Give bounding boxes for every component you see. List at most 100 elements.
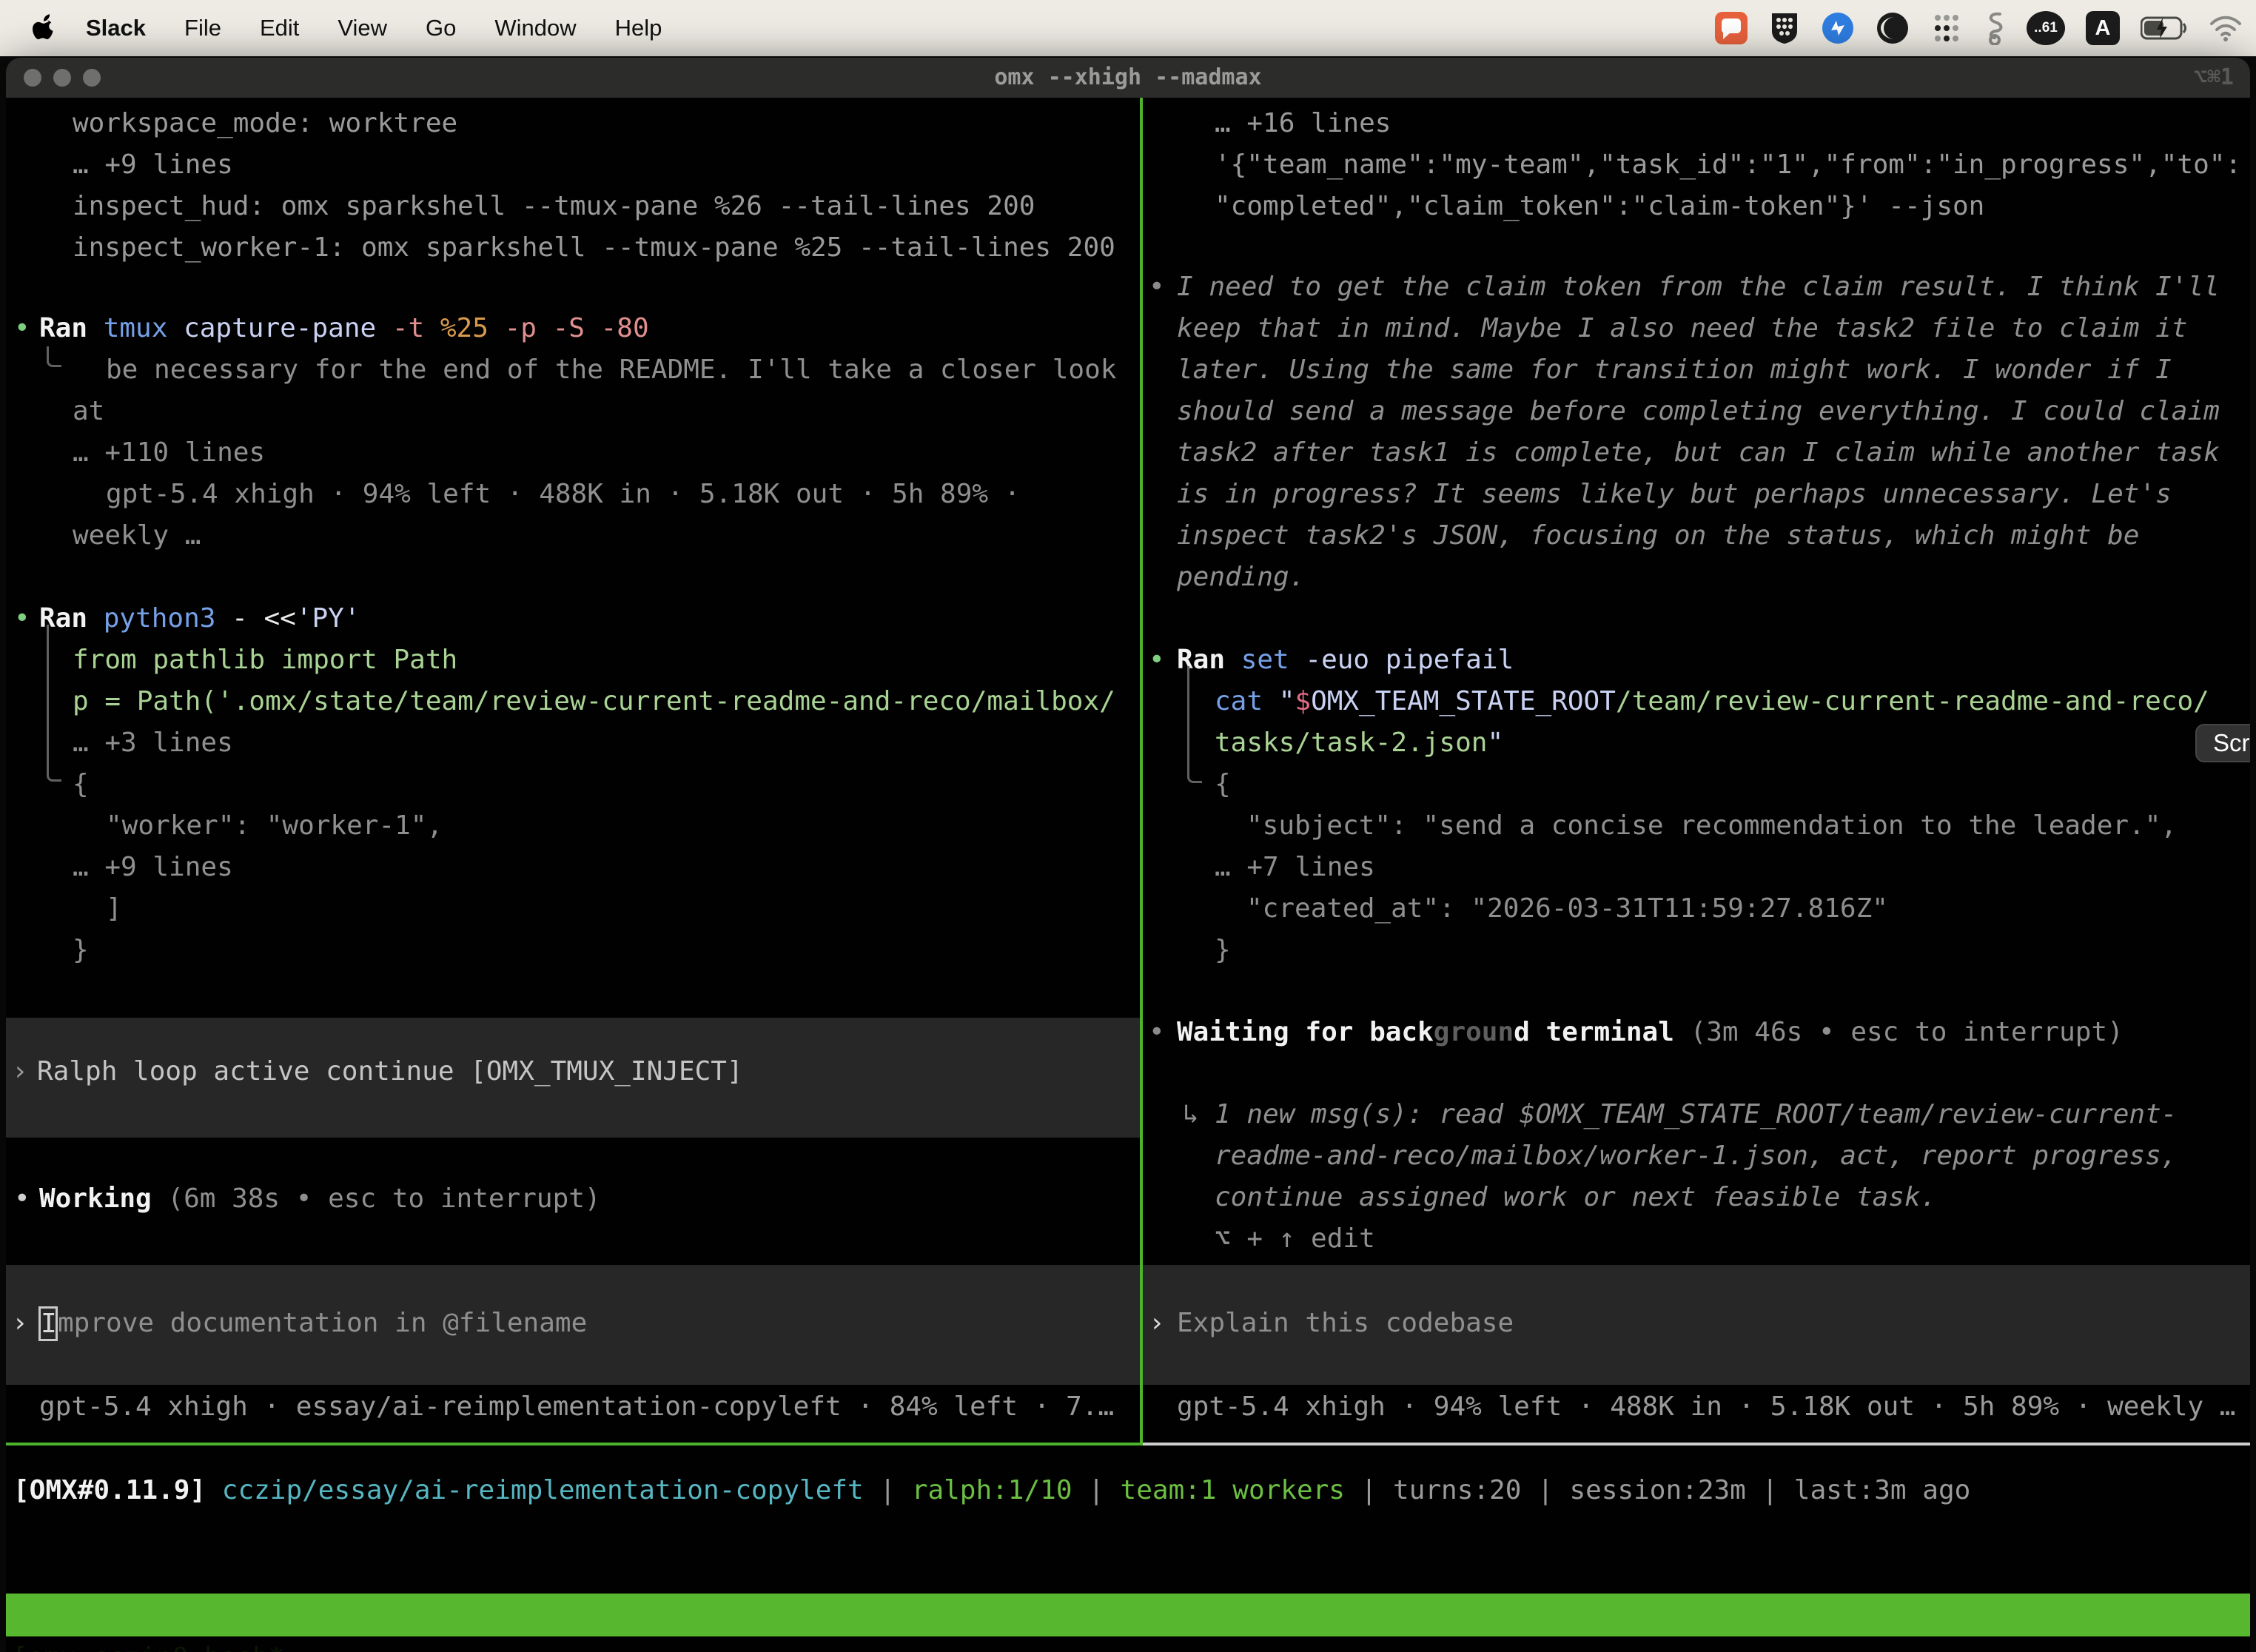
input-placeholder: mprove documentation in @filename: [58, 1303, 587, 1343]
cat-command-line: cat "$OMX_TEAM_STATE_ROOT/team/review-cu…: [1215, 682, 2209, 722]
output-line: gpt-5.4 xhigh · 94% left · 488K in · 5.1…: [106, 474, 1020, 514]
prompt-input[interactable]: Improve documentation in @filename: [6, 1303, 1140, 1343]
waiting-timer: (3m 46s • esc to interrupt): [1674, 1017, 2124, 1047]
ran-label: Ran: [39, 313, 87, 343]
menu-edit[interactable]: Edit: [260, 15, 299, 41]
pane-border-inactive: [1143, 1443, 2250, 1446]
window-title-bar[interactable]: omx --xhigh --madmax ⌥⌘1: [6, 58, 2250, 98]
command-arg: capture-pane: [167, 313, 376, 343]
ran-bullet: •: [14, 309, 30, 349]
env-var: OMX_TEAM_STATE_ROOT: [1311, 686, 1616, 716]
dots-grid-icon[interactable]: [1930, 12, 1963, 44]
output-line: be necessary for the end of the README. …: [106, 350, 1116, 390]
team-workers: team:1 workers: [1121, 1475, 1345, 1505]
window-title: omx --xhigh --madmax: [6, 58, 2250, 98]
working-timer: (6m 38s • esc to interrupt): [152, 1183, 601, 1214]
tmux-pane-left[interactable]: workspace_mode: worktree … +9 lines insp…: [6, 98, 1140, 1445]
ralph-counter: ralph:1/10: [912, 1475, 1072, 1505]
ran-bullet: •: [14, 599, 30, 639]
code-line: p = Path('.omx/state/team/review-current…: [73, 682, 1115, 722]
command-flags: -p -S -80: [489, 313, 649, 343]
menu-file[interactable]: File: [184, 15, 221, 41]
collapsed-lines-indicator: … +9 lines: [73, 847, 233, 887]
separator: |: [1746, 1475, 1794, 1505]
waiting-label-shimmer: groun: [1434, 1017, 1514, 1047]
output-line: "created_at": "2026-03-31T11:59:27.816Z": [1246, 889, 1888, 929]
thinking-line: task2 after task1 is complete, but can I…: [1177, 433, 2220, 473]
mailbox-msg-line: continue assigned work or next feasible …: [1215, 1178, 1936, 1218]
keyboard-shield-icon[interactable]: [1769, 11, 1800, 45]
output-line: inspect_hud: omx sparkshell --tmux-pane …: [73, 187, 1035, 226]
blue-bolt-badge-icon[interactable]: [1821, 11, 1855, 45]
thinking-line: keep that in mind. Maybe I also need the…: [1177, 309, 2187, 349]
output-line: "subject": "send a concise recommendatio…: [1246, 806, 2177, 846]
squiggle-icon[interactable]: [1984, 11, 2006, 45]
input-placeholder[interactable]: Explain this codebase: [1177, 1303, 1514, 1343]
last-activity: last:3m ago: [1794, 1475, 1970, 1505]
mailbox-msg-line: readme-and-reco/mailbox/worker-1.json, a…: [1215, 1136, 2177, 1176]
waiting-status: Waiting for background terminal (3m 46s …: [1177, 1013, 2124, 1052]
collapsed-lines-indicator: … +9 lines: [73, 145, 233, 185]
thinking-bullet: •: [1149, 267, 1165, 307]
waiting-label: d terminal: [1514, 1017, 1674, 1047]
command-arg: - <<: [215, 603, 295, 634]
turns-counter: turns:20: [1393, 1475, 1521, 1505]
screen-recording-icon[interactable]: [1714, 11, 1748, 45]
collapsed-lines-indicator: … +110 lines: [73, 433, 265, 473]
separator: |: [1345, 1475, 1393, 1505]
collapsed-lines-indicator: … +16 lines: [1215, 104, 1391, 144]
terminal-window: omx --xhigh --madmax ⌥⌘1 workspace_mode:…: [6, 58, 2250, 1652]
thinking-line: inspect task2's JSON, focusing on the st…: [1177, 516, 2139, 556]
thinking-line: later. Using the same for transition mig…: [1177, 350, 2172, 390]
battery-charging-icon[interactable]: [2141, 16, 2188, 40]
code-line: from pathlib import Path: [73, 640, 457, 680]
text-cursor: I: [38, 1306, 58, 1341]
session-timer: session:23m: [1569, 1475, 1745, 1505]
output-line: workspace_mode: worktree: [73, 104, 457, 144]
output-line: {: [73, 765, 89, 805]
screen-tooltip-button[interactable]: Scre: [2195, 724, 2250, 762]
chevron-prompt-icon: ›: [12, 1052, 28, 1092]
battery-percent-badge[interactable]: ..61: [2027, 11, 2065, 45]
output-line: }: [1215, 930, 1231, 970]
terminal-content: workspace_mode: worktree … +9 lines insp…: [6, 98, 2250, 1652]
output-guide-line: [1187, 666, 1202, 783]
cat-command-line: tasks/task-2.json": [1215, 723, 1503, 763]
ran-bullet: •: [1149, 640, 1165, 680]
command-name: set: [1225, 645, 1289, 675]
pane-border-active: [6, 1443, 1143, 1446]
collapsed-lines-indicator: … +7 lines: [1215, 847, 1375, 887]
command-flags: -euo pipefail: [1289, 645, 1514, 675]
model-status-line: gpt-5.4 xhigh · 94% left · 488K in · 5.1…: [1177, 1387, 2235, 1427]
edit-shortcut-hint: ⌥ + ↑ edit: [1215, 1219, 1375, 1259]
command-arg: %25: [424, 313, 489, 343]
input-source-icon[interactable]: A: [2086, 11, 2120, 45]
thinking-line: I need to get the claim token from the c…: [1177, 267, 2220, 307]
working-bullet: •: [14, 1179, 30, 1219]
collapsed-lines-indicator: … +3 lines: [73, 723, 233, 763]
menu-go[interactable]: Go: [426, 15, 456, 41]
ralph-loop-status: Ralph loop active continue [OMX_TMUX_INJ…: [37, 1052, 743, 1092]
thinking-line: is in progress? It seems likely but perh…: [1177, 474, 2172, 514]
tmux-status-bar: [omx-cczip0:bash* "MacBook-Pro-44.local"…: [6, 1594, 2250, 1636]
menu-bar-status-items: ..61 A: [1714, 0, 2243, 56]
tmux-pane-right[interactable]: … +16 lines '{"team_name":"my-team","tas…: [1143, 98, 2250, 1445]
wifi-icon[interactable]: [2209, 15, 2243, 41]
menu-app-name[interactable]: Slack: [86, 15, 146, 41]
chevron-prompt-icon: ›: [1149, 1303, 1165, 1343]
working-status: Working (6m 38s • esc to interrupt): [39, 1179, 601, 1219]
command-name: tmux: [87, 313, 167, 343]
file-path: /team/review-current-readme-and-reco/: [1616, 686, 2209, 716]
output-line: '{"team_name":"my-team","task_id":"1","f…: [1215, 145, 2241, 185]
menu-window[interactable]: Window: [494, 15, 576, 41]
output-line: }: [73, 930, 89, 970]
omx-project-path: cczip/essay/ai-reimplementation-copyleft: [206, 1475, 864, 1505]
crescent-icon[interactable]: [1876, 11, 1910, 45]
apple-icon[interactable]: [31, 13, 56, 43]
separator: |: [1072, 1475, 1121, 1505]
output-guide-line: [47, 625, 61, 782]
menu-help[interactable]: Help: [615, 15, 662, 41]
quote: ": [1263, 686, 1295, 716]
command-name: cat: [1215, 686, 1263, 716]
menu-view[interactable]: View: [338, 15, 387, 41]
